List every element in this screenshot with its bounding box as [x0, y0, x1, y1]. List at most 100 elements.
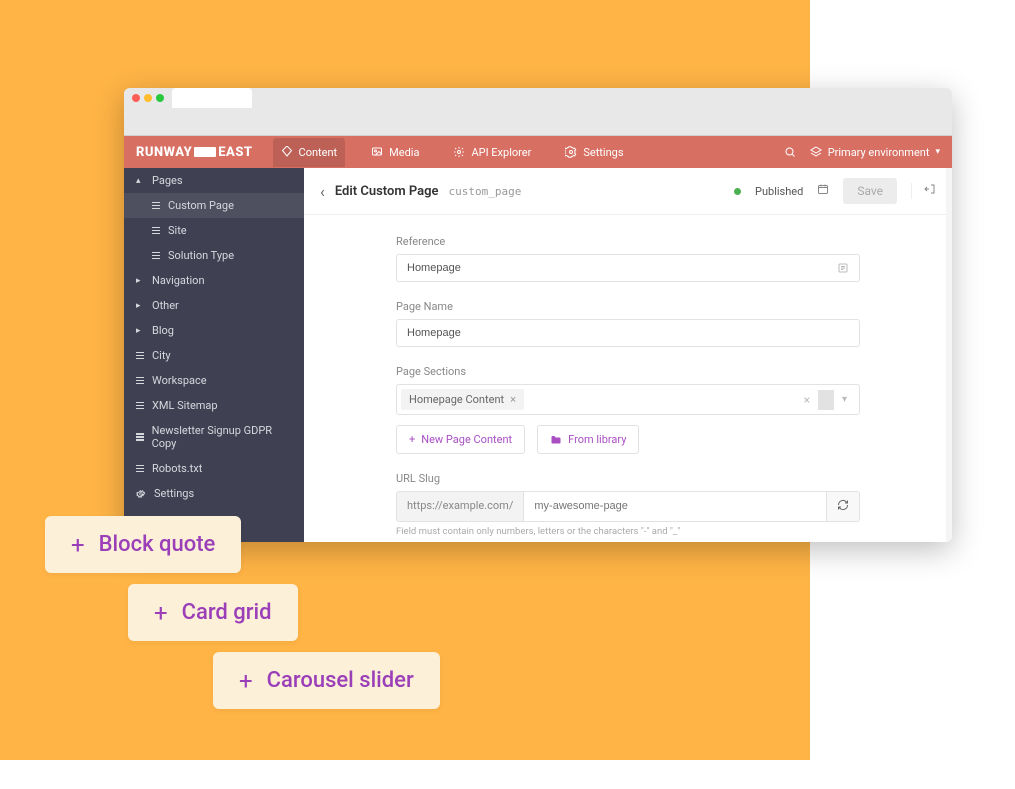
list-icon — [136, 377, 144, 385]
form: Reference Page Name Page Sections — [304, 215, 952, 542]
plus-icon: + — [239, 669, 253, 693]
sections-chevron-icon[interactable]: ▾ — [834, 394, 855, 405]
gear-icon — [136, 489, 146, 499]
sidebar-workspace[interactable]: Workspace — [124, 368, 304, 393]
chevron-down-icon: ▾ — [935, 147, 940, 157]
page-name-field[interactable] — [407, 327, 849, 339]
nav-media-label: Media — [389, 146, 419, 159]
float-card-grid[interactable]: + Card grid — [128, 584, 298, 641]
sidebar-robots[interactable]: Robots.txt — [124, 456, 304, 481]
minimize-window-dot[interactable] — [144, 94, 152, 102]
slug-input-wrapper[interactable] — [523, 491, 826, 522]
sidebar-site[interactable]: Site — [124, 218, 304, 243]
slug-hint-2: Field must contain a unique value — [396, 541, 860, 542]
layers-icon — [810, 146, 822, 158]
float-carousel[interactable]: + Carousel slider — [213, 652, 440, 709]
page-slug: custom_page — [449, 185, 522, 198]
list-icon — [152, 202, 160, 210]
environment-selector[interactable]: Primary environment ▾ — [810, 146, 940, 159]
gear-icon — [565, 146, 577, 158]
nav-settings[interactable]: Settings — [557, 138, 631, 167]
float-block-quote-label: Block quote — [99, 532, 216, 557]
section-chip-label: Homepage Content — [409, 393, 504, 406]
page-header: ‹ Edit Custom Page custom_page Published… — [304, 168, 952, 215]
page-title: Edit Custom Page — [335, 184, 439, 199]
new-page-content-button[interactable]: + New Page Content — [396, 425, 525, 454]
sidebar-other[interactable]: ▸Other — [124, 293, 304, 318]
divider — [818, 390, 834, 410]
sidebar-settings[interactable]: Settings — [124, 481, 304, 506]
logo-right: EAST — [218, 145, 252, 160]
sidebar-xml-sitemap[interactable]: XML Sitemap — [124, 393, 304, 418]
list-icon — [136, 352, 144, 360]
float-card-grid-label: Card grid — [182, 600, 272, 625]
sidebar-blog[interactable]: ▸Blog — [124, 318, 304, 343]
sections-row: Homepage Content × × ▾ — [396, 384, 860, 415]
sections-label: Page Sections — [396, 365, 860, 378]
maximize-window-dot[interactable] — [156, 94, 164, 102]
content-icon — [281, 146, 293, 158]
status-dot — [734, 188, 741, 195]
sidebar-robots-label: Robots.txt — [152, 462, 202, 475]
app-bar: RUNWAY EAST Content Media API Explorer S… — [124, 136, 952, 168]
sidebar-custom-page[interactable]: Custom Page — [124, 193, 304, 218]
sidebar-other-label: Other — [152, 299, 179, 312]
main-panel: ‹ Edit Custom Page custom_page Published… — [304, 168, 952, 542]
page-name-input[interactable] — [396, 319, 860, 347]
back-button[interactable]: ‹ — [320, 182, 325, 201]
sidebar-solution-label: Solution Type — [168, 249, 234, 262]
reference-field[interactable] — [407, 262, 837, 274]
sidebar-site-label: Site — [168, 224, 187, 237]
list-icon — [152, 252, 160, 260]
sidebar-pages[interactable]: ▴Pages — [124, 168, 304, 193]
clear-sections-icon[interactable]: × — [796, 393, 818, 407]
calendar-icon[interactable] — [817, 183, 829, 199]
list-icon — [136, 433, 144, 441]
plus-icon: + — [154, 601, 168, 625]
list-icon — [136, 465, 144, 473]
field-expand-icon[interactable] — [837, 262, 849, 274]
save-button[interactable]: Save — [843, 178, 897, 204]
close-window-dot[interactable] — [132, 94, 140, 102]
slug-input[interactable] — [534, 500, 816, 512]
section-chip[interactable]: Homepage Content × — [401, 389, 524, 410]
sidebar: ▴Pages Custom Page Site Solution Type ▸N… — [124, 168, 304, 542]
remove-chip-icon[interactable]: × — [510, 393, 516, 406]
url-slug-label: URL Slug — [396, 472, 860, 485]
slug-hint-1: Field must contain only numbers, letters… — [396, 526, 860, 537]
slug-refresh-button[interactable] — [826, 491, 860, 522]
status-label: Published — [755, 185, 803, 198]
sidebar-solution-type[interactable]: Solution Type — [124, 243, 304, 268]
new-page-content-label: New Page Content — [421, 433, 512, 446]
sidebar-city[interactable]: City — [124, 343, 304, 368]
media-icon — [371, 146, 383, 158]
plus-icon: + — [409, 433, 415, 446]
sidebar-newsletter[interactable]: Newsletter Signup GDPR Copy — [124, 418, 304, 456]
sidebar-city-label: City — [152, 349, 171, 362]
nav-api[interactable]: API Explorer — [445, 138, 539, 167]
sidebar-custom-page-label: Custom Page — [168, 199, 234, 212]
float-block-quote[interactable]: + Block quote — [45, 516, 241, 573]
reference-input[interactable] — [396, 254, 860, 282]
sidebar-xml-label: XML Sitemap — [152, 399, 218, 412]
browser-tab[interactable] — [172, 88, 252, 108]
api-icon — [453, 146, 465, 158]
page-name-label: Page Name — [396, 300, 860, 313]
scrollbar[interactable] — [946, 168, 952, 542]
titlebar — [124, 88, 952, 108]
sidebar-pages-label: Pages — [152, 174, 183, 187]
logo: RUNWAY EAST — [136, 145, 253, 160]
search-icon[interactable] — [784, 146, 796, 158]
reference-label: Reference — [396, 235, 860, 248]
nav-api-label: API Explorer — [471, 146, 531, 159]
sidebar-newsletter-label: Newsletter Signup GDPR Copy — [152, 424, 292, 450]
logo-left: RUNWAY — [136, 145, 192, 160]
nav-media[interactable]: Media — [363, 138, 427, 167]
list-icon — [136, 402, 144, 410]
exit-icon[interactable] — [911, 183, 936, 199]
float-carousel-label: Carousel slider — [267, 668, 414, 693]
from-library-button[interactable]: From library — [537, 425, 639, 454]
browser-window: RUNWAY EAST Content Media API Explorer S… — [124, 88, 952, 542]
nav-content[interactable]: Content — [273, 138, 346, 167]
sidebar-navigation[interactable]: ▸Navigation — [124, 268, 304, 293]
